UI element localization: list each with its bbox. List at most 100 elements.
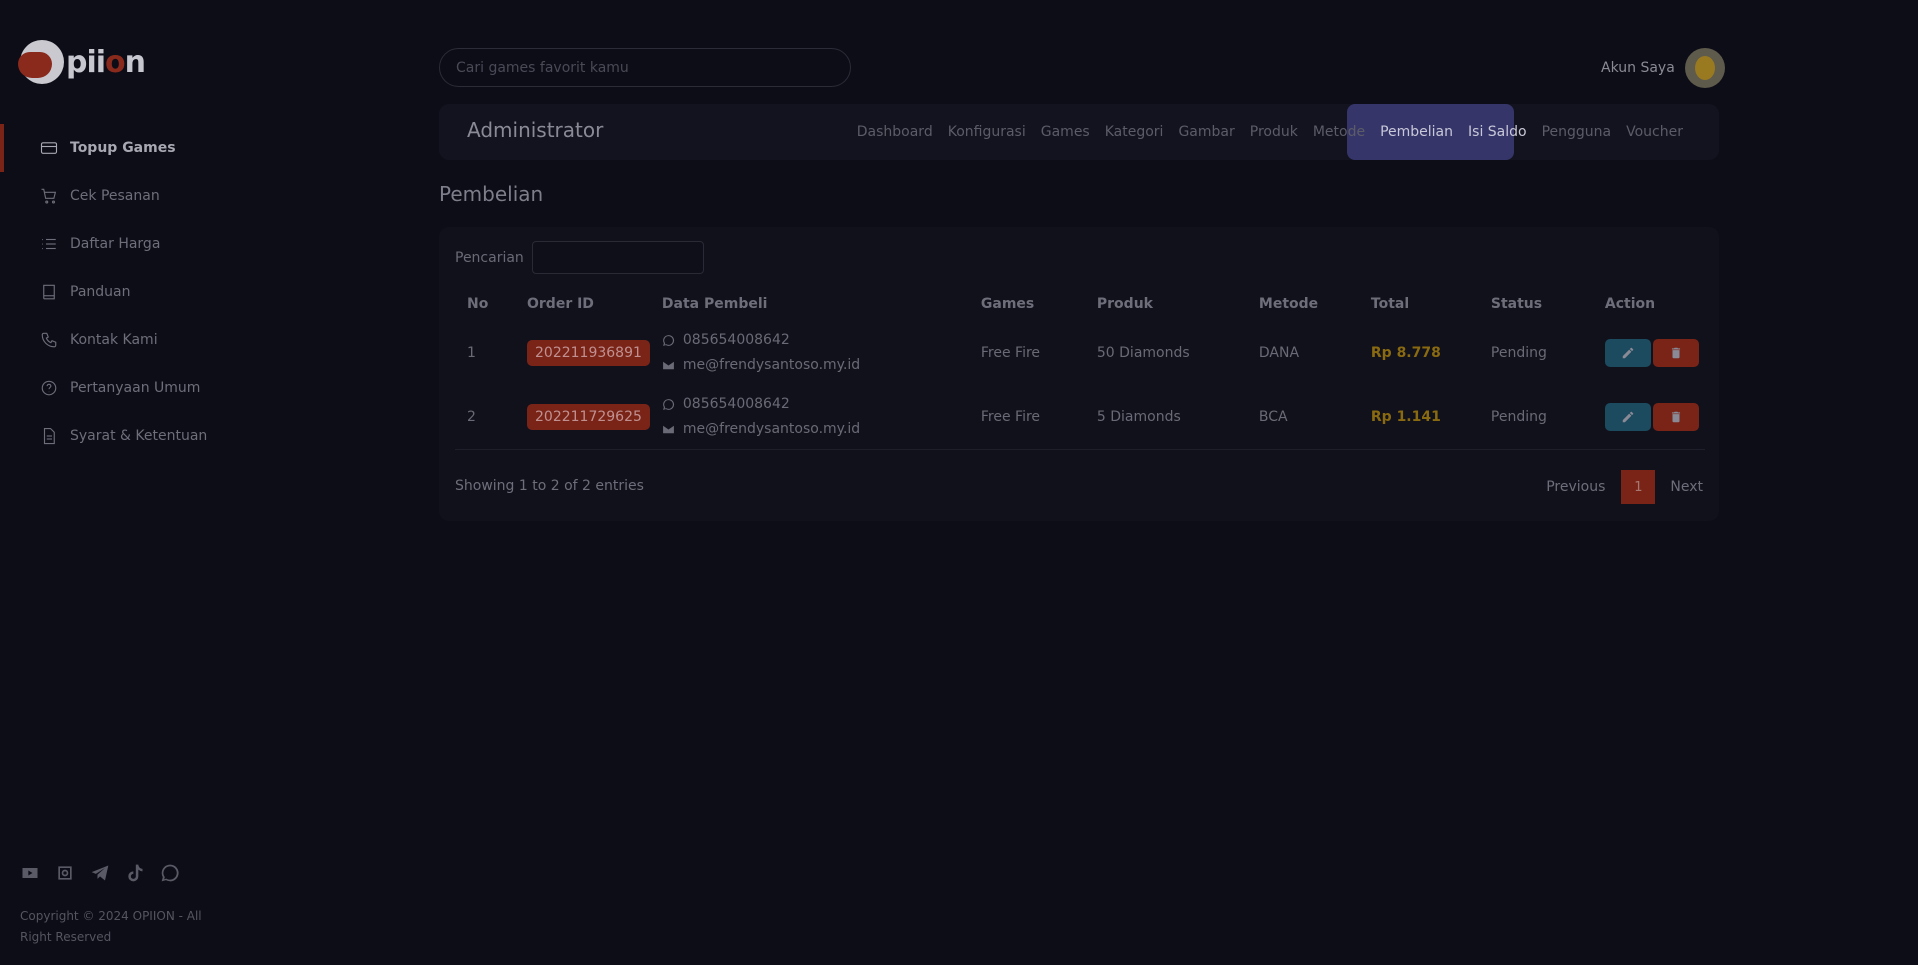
tab-games[interactable]: Games [1041,124,1090,140]
cell-game: Free Fire [980,345,1041,361]
entries-info: Showing 1 to 2 of 2 entries [455,478,644,494]
buyer-email: me@frendysantoso.my.id [682,420,861,437]
search-input[interactable] [439,48,851,87]
header-total[interactable]: Total [1359,287,1479,321]
admin-nav: Dashboard Konfigurasi Games Kategori Gam… [857,104,1683,160]
buyer-phone: 085654008642 [682,395,790,412]
whatsapp-icon[interactable] [160,863,180,883]
order-id-badge[interactable]: 202211936891 [527,340,650,366]
tab-konfigurasi[interactable]: Konfigurasi [948,124,1026,140]
cell-game: Free Fire [968,385,1085,450]
header-metode[interactable]: Metode [1247,287,1359,321]
sidebar-item-pertanyaan-umum[interactable]: Pertanyaan Umum [0,364,400,412]
tiktok-icon[interactable] [125,863,145,883]
pencil-icon [1622,347,1634,359]
trash-icon [1671,347,1680,359]
filter-label: Pencarian [455,249,524,266]
table-row: 2 202211729625 085654008642 me@frendysan… [455,385,1705,450]
account-label: Akun Saya [1601,60,1675,76]
cart-icon [41,188,57,204]
admin-nav-layer: Dashboard Konfigurasi Games Kategori Gam… [439,104,1719,160]
header-data-pembeli[interactable]: Data Pembeli [650,287,969,321]
sidebar-item-panduan[interactable]: Panduan [0,268,400,316]
copyright: Copyright © 2024 OPIION - All Right Rese… [20,909,202,944]
tab-pengguna[interactable]: Pengguna [1542,124,1612,140]
pencil-icon [1622,411,1634,422]
cell-product: 5 Diamonds [1084,385,1247,450]
cell-total: Rp 1.141 [1358,385,1479,450]
sidebar-item-kontak-kami[interactable]: Kontak Kami [0,316,400,364]
book-icon [43,284,55,300]
page-1-button[interactable]: 1 [1621,470,1656,504]
header-status[interactable]: Status [1479,287,1593,321]
list-icon [42,238,56,250]
sidebar-item-label: Pertanyaan Umum [70,380,201,396]
tab-kategori[interactable]: Kategori [1105,124,1164,140]
delete-button[interactable] [1652,339,1699,367]
whatsapp-icon [662,335,674,346]
next-button[interactable]: Next [1670,479,1703,495]
tab-dashboard[interactable]: Dashboard [857,124,933,140]
tab-voucher[interactable]: Voucher [1626,124,1683,140]
cell-total: Rp 8.778 [1370,345,1441,361]
previous-button[interactable]: Previous [1546,479,1605,495]
search-filter: Pencarian [455,241,704,274]
purchases-table: No Order ID Data Pembeli Games Produk Me… [455,287,1705,450]
email-icon [662,361,674,370]
telegram-icon[interactable] [90,863,110,883]
header-action: Action [1604,296,1656,312]
purchases-card: Pencarian No Order ID Data Pembeli Games… [439,227,1719,521]
email-icon [662,425,674,434]
cell-actions [1593,321,1705,385]
cell-method: BCA [1246,385,1359,450]
logo-gamepad-icon [18,40,64,84]
instagram-icon[interactable] [55,863,75,883]
tab-produk[interactable]: Produk [1250,124,1298,140]
cell-method: DANA [1258,345,1300,361]
tab-gambar[interactable]: Gambar [1178,124,1234,140]
header-order-id[interactable]: Order ID [515,287,650,321]
tab-metode[interactable]: Metode [1313,124,1365,140]
page-title: Pembelian [439,182,544,206]
tab-isi-saldo[interactable]: Isi Saldo [1468,124,1527,140]
sidebar: piion Topup Games Cek Pesanan Daftar Har… [0,0,400,965]
cell-status: Pending [1490,345,1547,361]
table-header-row: No Order ID Data Pembeli Games Produk Me… [455,287,1705,321]
sidebar-nav: Topup Games Cek Pesanan Daftar Harga Pan… [0,124,400,460]
sidebar-item-label: Syarat & Ketentuan [70,428,208,444]
youtube-icon[interactable] [20,863,40,883]
cell-buyer: 085654008642 me@frendysantoso.my.id [650,321,969,385]
order-id-badge[interactable]: 202211729625 [527,403,650,430]
whatsapp-icon [662,398,674,410]
sidebar-item-syarat-ketentuan[interactable]: Syarat & Ketentuan [0,412,400,460]
delete-button[interactable] [1652,402,1699,431]
buyer-phone: 085654008642 [682,332,790,348]
account-menu[interactable]: Akun Saya [1601,48,1725,88]
cell-no: 2 [455,385,515,450]
social-links [20,863,180,883]
question-icon [41,380,57,396]
sidebar-item-daftar-harga[interactable]: Daftar Harga [0,220,400,268]
sidebar-item-label: Kontak Kami [70,332,158,348]
edit-button[interactable] [1604,402,1651,431]
header-games[interactable]: Games [969,287,1085,321]
sidebar-item-label: Panduan [70,284,131,300]
edit-button[interactable] [1604,339,1651,367]
credit-card-icon [40,142,58,154]
header-no[interactable]: No [455,287,515,321]
sidebar-item-cek-pesanan[interactable]: Cek Pesanan [0,172,400,220]
sidebar-item-topup-games[interactable]: Topup Games [0,124,400,172]
cell-product: 50 Diamonds [1096,345,1190,361]
cell-no: 1 [467,345,476,361]
logo-text: piion [66,44,146,80]
sidebar-item-label: Cek Pesanan [70,188,160,204]
filter-input[interactable] [531,241,704,274]
tab-pembelian[interactable]: Pembelian [1380,124,1453,140]
header-produk[interactable]: Produk [1085,287,1247,321]
sidebar-item-label: Daftar Harga [70,236,161,252]
avatar[interactable] [1684,48,1725,88]
buyer-email: me@frendysantoso.my.id [682,357,861,373]
sidebar-item-label: Topup Games [70,140,176,156]
cell-buyer: 085654008642 me@frendysantoso.my.id [649,385,969,450]
logo[interactable]: piion [18,40,146,84]
